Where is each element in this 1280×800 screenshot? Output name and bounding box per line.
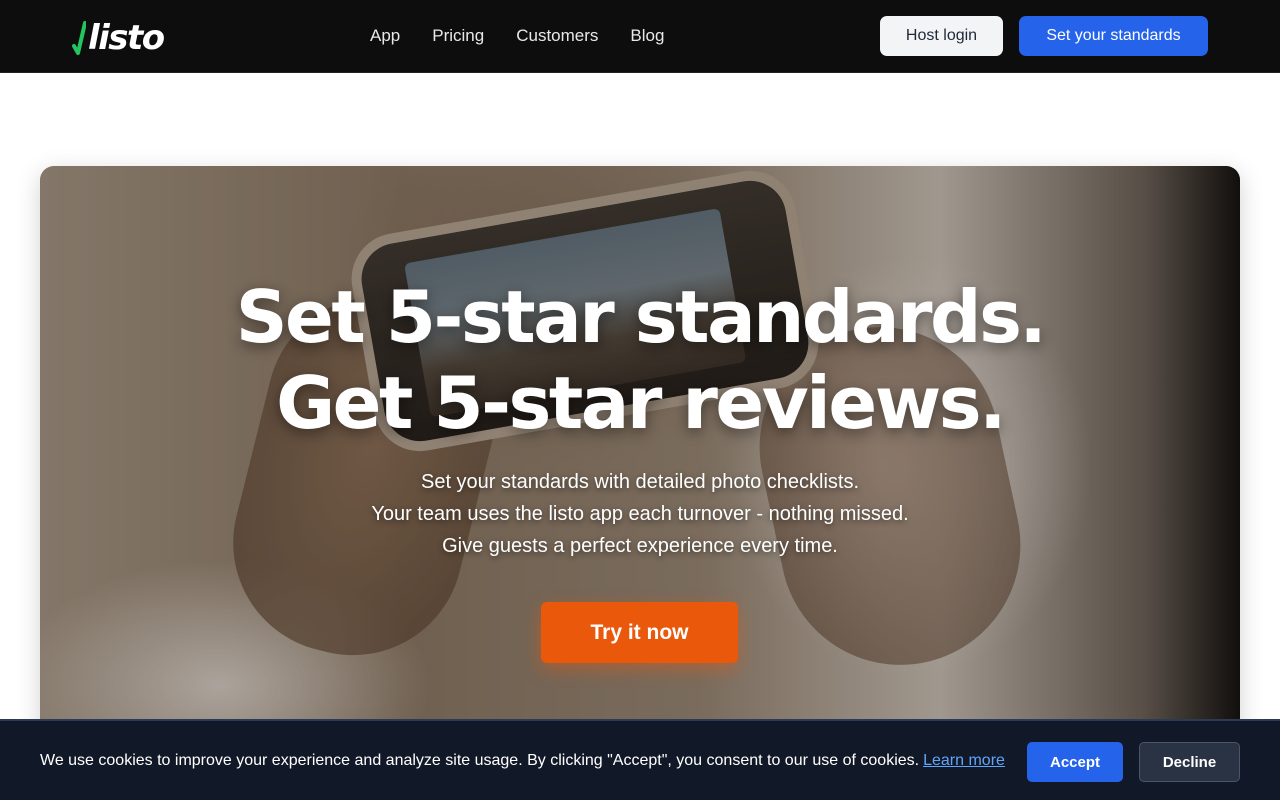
cookie-message-text: We use cookies to improve your experienc… bbox=[40, 752, 920, 769]
nav-link-blog[interactable]: Blog bbox=[630, 26, 664, 46]
accept-cookies-button[interactable]: Accept bbox=[1027, 742, 1123, 782]
hero-subtitle-line-3: Give guests a perfect experience every t… bbox=[442, 535, 838, 557]
listo-logo[interactable]: listo bbox=[72, 18, 165, 58]
nav-links: App Pricing Customers Blog bbox=[370, 26, 664, 46]
hero-section: Set 5-star standards. Get 5-star reviews… bbox=[40, 166, 1240, 746]
checkmark-icon bbox=[72, 20, 87, 56]
cookie-banner: We use cookies to improve your experienc… bbox=[0, 719, 1280, 800]
nav-link-customers[interactable]: Customers bbox=[516, 26, 598, 46]
hero-subtitle-line-2: Your team uses the listo app each turnov… bbox=[371, 503, 909, 525]
hero-subtitle: Set your standards with detailed photo c… bbox=[40, 466, 1240, 562]
cookie-message: We use cookies to improve your experienc… bbox=[40, 751, 1005, 771]
hero-title: Set 5-star standards. Get 5-star reviews… bbox=[40, 274, 1240, 446]
decline-cookies-button[interactable]: Decline bbox=[1139, 742, 1240, 782]
hero-title-line-1: Set 5-star standards. bbox=[235, 275, 1047, 359]
learn-more-link[interactable]: Learn more bbox=[923, 752, 1005, 769]
try-it-now-button[interactable]: Try it now bbox=[541, 602, 738, 663]
set-your-standards-button[interactable]: Set your standards bbox=[1019, 16, 1208, 56]
nav-link-app[interactable]: App bbox=[370, 26, 400, 46]
top-nav: listo App Pricing Customers Blog Host lo… bbox=[0, 0, 1280, 73]
hero-title-line-2: Get 5-star reviews. bbox=[276, 361, 1006, 445]
host-login-button[interactable]: Host login bbox=[880, 16, 1003, 56]
hero-subtitle-line-1: Set your standards with detailed photo c… bbox=[420, 471, 860, 493]
logo-text: listo bbox=[88, 18, 165, 58]
nav-link-pricing[interactable]: Pricing bbox=[432, 26, 484, 46]
